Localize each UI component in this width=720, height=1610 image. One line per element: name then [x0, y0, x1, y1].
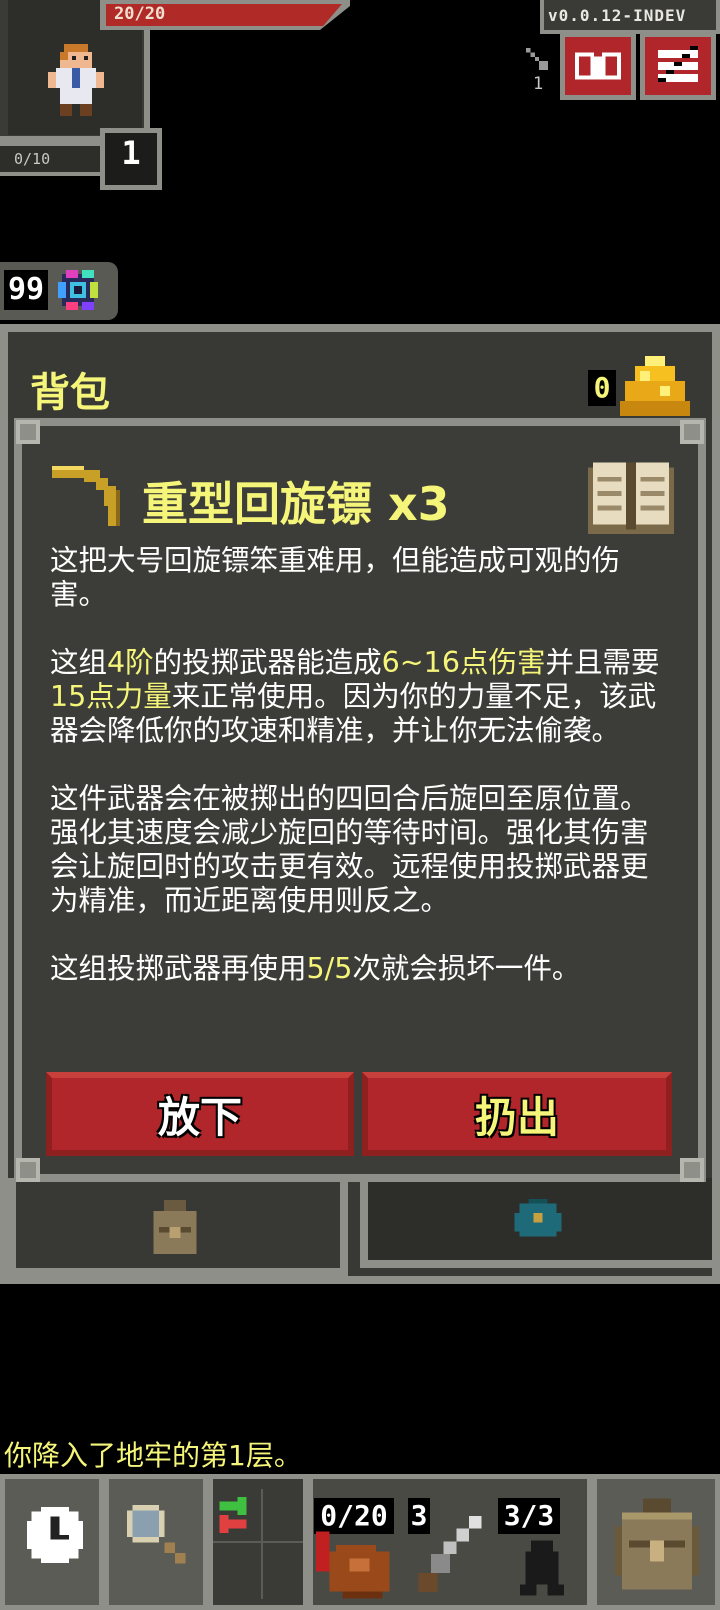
desc-paragraph-2: 这组4阶的投掷武器能造成6~16点伤害并且需要15点力量来正常使用。因为你的力量…	[50, 646, 660, 747]
stairs-icon	[526, 48, 548, 70]
quickslot-1-count: 0/20	[314, 1498, 394, 1534]
energy-crystal-icon	[58, 270, 98, 310]
window-corner	[16, 1158, 40, 1182]
inventory-button[interactable]	[592, 1474, 720, 1610]
resource-count: 99	[4, 270, 48, 310]
game-log-message: 你降入了地牢的第1层。	[4, 1439, 302, 1472]
desc-paragraph-4: 这组投掷武器再使用5/5次就会损坏一件。	[50, 952, 581, 985]
slot-divider	[261, 1489, 263, 1599]
depth-text: 1	[533, 74, 544, 94]
tier-highlight: 4阶	[107, 646, 154, 679]
item-description: 这把大号回旋镖笨重难用，但能造成可观的伤害。 这组4阶的投掷武器能造成6~16点…	[50, 544, 674, 1020]
desc-paragraph-3: 这件武器会在被掷出的四回合后旋回至原位置。强化其速度会减少旋回的等待时间。强化其…	[50, 782, 649, 917]
uses-highlight: 5/5	[306, 952, 353, 985]
catalog-book-icon[interactable]	[588, 456, 674, 536]
throw-button[interactable]: 扔出	[362, 1072, 672, 1156]
gold-count: 0	[588, 370, 616, 406]
damage-highlight: 6~16点伤害	[381, 646, 546, 679]
backpack-icon	[615, 1498, 699, 1590]
search-button[interactable]	[104, 1474, 208, 1610]
search-icon	[127, 1505, 186, 1564]
slot-divider	[213, 1541, 303, 1543]
strength-highlight: 15点力量	[50, 680, 172, 713]
backpack-tab-icon	[153, 1200, 197, 1254]
pouch-tab-icon	[514, 1199, 562, 1237]
backpack-title: 背包	[30, 370, 110, 416]
boomerang-icon	[52, 466, 120, 526]
item-title: 重型回旋镖 x3	[142, 477, 450, 531]
gold-pile-icon	[620, 356, 690, 416]
drop-button[interactable]: 放下	[46, 1072, 354, 1156]
desc-paragraph-1: 这把大号回旋镖笨重难用，但能造成可观的伤害。	[50, 544, 621, 611]
window-corner	[16, 420, 40, 444]
exp-text: 0/10	[14, 150, 51, 168]
wait-button[interactable]	[0, 1474, 104, 1610]
level-text: 1	[121, 134, 141, 172]
window-corner	[680, 1158, 704, 1182]
journal-icon	[575, 52, 621, 80]
version-text: v0.0.12-INDEV	[548, 6, 687, 25]
waterskin-icon[interactable]	[316, 1530, 396, 1600]
journal-button[interactable]	[560, 32, 636, 100]
quickslot-swap-button[interactable]	[208, 1474, 308, 1610]
swap-icon	[219, 1497, 247, 1533]
hp-text: 20/20	[114, 4, 166, 24]
quickslot-3-count: 3/3	[498, 1498, 560, 1534]
dagger-icon[interactable]	[418, 1516, 482, 1592]
throwing-knife-icon[interactable]	[520, 1540, 564, 1596]
window-corner	[680, 420, 704, 444]
menu-icon	[658, 46, 698, 82]
clock-icon	[27, 1507, 83, 1563]
hero-sprite[interactable]	[48, 44, 104, 116]
menu-button[interactable]	[640, 32, 716, 100]
